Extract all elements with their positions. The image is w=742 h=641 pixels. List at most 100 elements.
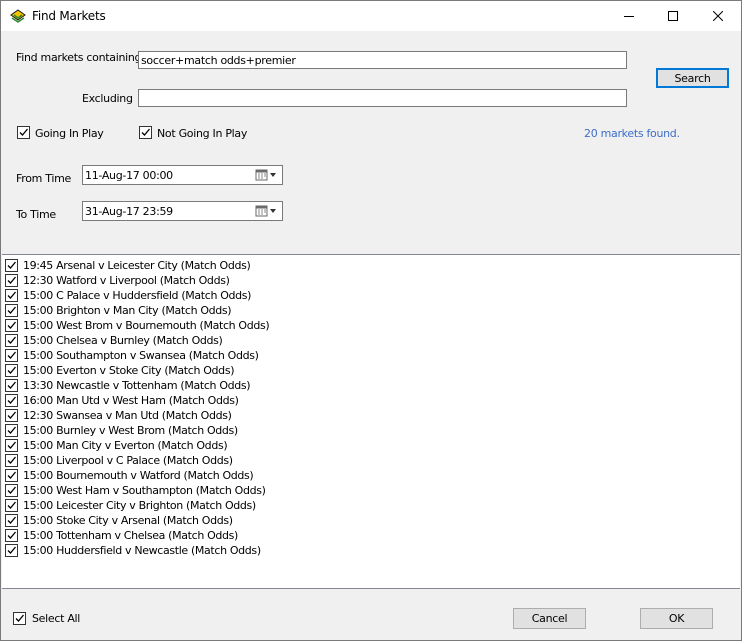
betfair-logo-icon: [10, 9, 26, 23]
market-checkbox[interactable]: [5, 499, 18, 512]
search-button[interactable]: Search: [656, 68, 729, 88]
market-list-item[interactable]: 15:00 Chelsea v Burnley (Match Odds): [5, 333, 705, 348]
market-list-item[interactable]: 15:00 Man City v Everton (Match Odds): [5, 438, 705, 453]
market-list-item[interactable]: 15:00 Liverpool v C Palace (Match Odds): [5, 453, 705, 468]
market-label: 15:00 Leicester City v Brighton (Match O…: [23, 499, 256, 512]
calendar-dropdown-icon[interactable]: [255, 168, 279, 182]
window-title: Find Markets: [32, 9, 106, 23]
market-checkbox[interactable]: [5, 319, 18, 332]
maximize-icon: [668, 11, 678, 21]
from-time-label: From Time: [16, 172, 71, 185]
checkmark-icon: [19, 128, 28, 136]
calendar-dropdown-icon[interactable]: [255, 204, 279, 218]
market-label: 15:00 West Brom v Bournemouth (Match Odd…: [23, 319, 270, 332]
market-checkbox[interactable]: [5, 544, 18, 557]
close-button[interactable]: [695, 1, 741, 31]
market-label: 15:00 Stoke City v Arsenal (Match Odds): [23, 514, 233, 527]
checkmark-icon: [7, 501, 16, 509]
not-going-in-play-label: Not Going In Play: [157, 127, 248, 140]
checkmark-icon: [7, 471, 16, 479]
markets-checklist[interactable]: 19:45 Arsenal v Leicester City (Match Od…: [2, 254, 740, 589]
market-list-item[interactable]: 15:00 Leicester City v Brighton (Match O…: [5, 498, 705, 513]
market-checkbox[interactable]: [5, 289, 18, 302]
market-checkbox[interactable]: [5, 514, 18, 527]
market-label: 13:30 Newcastle v Tottenham (Match Odds): [23, 379, 251, 392]
market-checkbox[interactable]: [5, 394, 18, 407]
not-going-in-play-checkbox[interactable]: [139, 126, 152, 139]
checkmark-icon: [7, 396, 16, 404]
title-bar[interactable]: Find Markets: [1, 1, 741, 31]
market-list-item[interactable]: 15:00 Bournemouth v Watford (Match Odds): [5, 468, 705, 483]
checkmark-icon: [7, 276, 16, 284]
checkmark-icon: [7, 366, 16, 374]
market-list-item[interactable]: 15:00 Southampton v Swansea (Match Odds): [5, 348, 705, 363]
select-all-checkbox[interactable]: [13, 612, 26, 625]
excluding-label: Excluding: [82, 92, 133, 105]
ok-button[interactable]: OK: [640, 608, 713, 629]
checkmark-icon: [7, 381, 16, 389]
market-checkbox[interactable]: [5, 379, 18, 392]
checkmark-icon: [7, 486, 16, 494]
containing-input[interactable]: soccer+match odds+premier: [138, 51, 627, 69]
select-all-label: Select All: [32, 612, 81, 625]
market-label: 15:00 West Ham v Southampton (Match Odds…: [23, 484, 266, 497]
market-label: 15:00 Burnley v West Brom (Match Odds): [23, 424, 238, 437]
checkmark-icon: [7, 261, 16, 269]
market-list-item[interactable]: 12:30 Watford v Liverpool (Match Odds): [5, 273, 705, 288]
market-label: 15:00 Man City v Everton (Match Odds): [23, 439, 228, 452]
market-list-item[interactable]: 15:00 West Brom v Bournemouth (Match Odd…: [5, 318, 705, 333]
market-list-item[interactable]: 19:45 Arsenal v Leicester City (Match Od…: [5, 258, 705, 273]
from-time-value: 11-Aug-17 00:00: [85, 169, 173, 182]
market-list-item[interactable]: 15:00 C Palace v Huddersfield (Match Odd…: [5, 288, 705, 303]
market-list-item[interactable]: 15:00 West Ham v Southampton (Match Odds…: [5, 483, 705, 498]
market-label: 15:00 Southampton v Swansea (Match Odds): [23, 349, 259, 362]
market-checkbox[interactable]: [5, 529, 18, 542]
market-checkbox[interactable]: [5, 304, 18, 317]
market-list-item[interactable]: 16:00 Man Utd v West Ham (Match Odds): [5, 393, 705, 408]
market-label: 19:45 Arsenal v Leicester City (Match Od…: [23, 259, 251, 272]
market-label: 15:00 Huddersfield v Newcastle (Match Od…: [23, 544, 261, 557]
to-time-label: To Time: [16, 208, 56, 221]
market-label: 15:00 Chelsea v Burnley (Match Odds): [23, 334, 223, 347]
market-checkbox[interactable]: [5, 439, 18, 452]
checkmark-icon: [7, 531, 16, 539]
checkmark-icon: [7, 441, 16, 449]
excluding-input[interactable]: [138, 89, 627, 107]
cancel-button[interactable]: Cancel: [513, 608, 586, 629]
market-list-item[interactable]: 13:30 Newcastle v Tottenham (Match Odds): [5, 378, 705, 393]
market-list-item[interactable]: 15:00 Huddersfield v Newcastle (Match Od…: [5, 543, 705, 558]
maximize-button[interactable]: [650, 1, 696, 31]
going-in-play-checkbox[interactable]: [17, 126, 30, 139]
market-list-item[interactable]: 12:30 Swansea v Man Utd (Match Odds): [5, 408, 705, 423]
checkmark-icon: [7, 306, 16, 314]
market-checkbox[interactable]: [5, 259, 18, 272]
market-checkbox[interactable]: [5, 274, 18, 287]
market-list-item[interactable]: 15:00 Brighton v Man City (Match Odds): [5, 303, 705, 318]
market-label: 15:00 Brighton v Man City (Match Odds): [23, 304, 232, 317]
market-checkbox[interactable]: [5, 334, 18, 347]
market-list-item[interactable]: 15:00 Stoke City v Arsenal (Match Odds): [5, 513, 705, 528]
checkmark-icon: [7, 456, 16, 464]
market-checkbox[interactable]: [5, 409, 18, 422]
market-list-item[interactable]: 15:00 Everton v Stoke City (Match Odds): [5, 363, 705, 378]
checkmark-icon: [7, 516, 16, 524]
minimize-button[interactable]: [606, 1, 652, 31]
checkmark-icon: [7, 291, 16, 299]
market-checkbox[interactable]: [5, 454, 18, 467]
market-checkbox[interactable]: [5, 484, 18, 497]
from-time-picker[interactable]: 11-Aug-17 00:00: [82, 165, 283, 185]
market-list-item[interactable]: 15:00 Burnley v West Brom (Match Odds): [5, 423, 705, 438]
checkmark-icon: [7, 321, 16, 329]
market-label: 12:30 Watford v Liverpool (Match Odds): [23, 274, 230, 287]
market-checkbox[interactable]: [5, 424, 18, 437]
market-checkbox[interactable]: [5, 349, 18, 362]
to-time-picker[interactable]: 31-Aug-17 23:59: [82, 201, 283, 221]
market-label: 15:00 Everton v Stoke City (Match Odds): [23, 364, 235, 377]
market-list-item[interactable]: 15:00 Tottenham v Chelsea (Match Odds): [5, 528, 705, 543]
checkmark-icon: [141, 128, 150, 136]
market-checkbox[interactable]: [5, 469, 18, 482]
minimize-icon: [624, 16, 634, 17]
market-checkbox[interactable]: [5, 364, 18, 377]
market-label: 15:00 Bournemouth v Watford (Match Odds): [23, 469, 254, 482]
checkmark-icon: [15, 614, 24, 622]
